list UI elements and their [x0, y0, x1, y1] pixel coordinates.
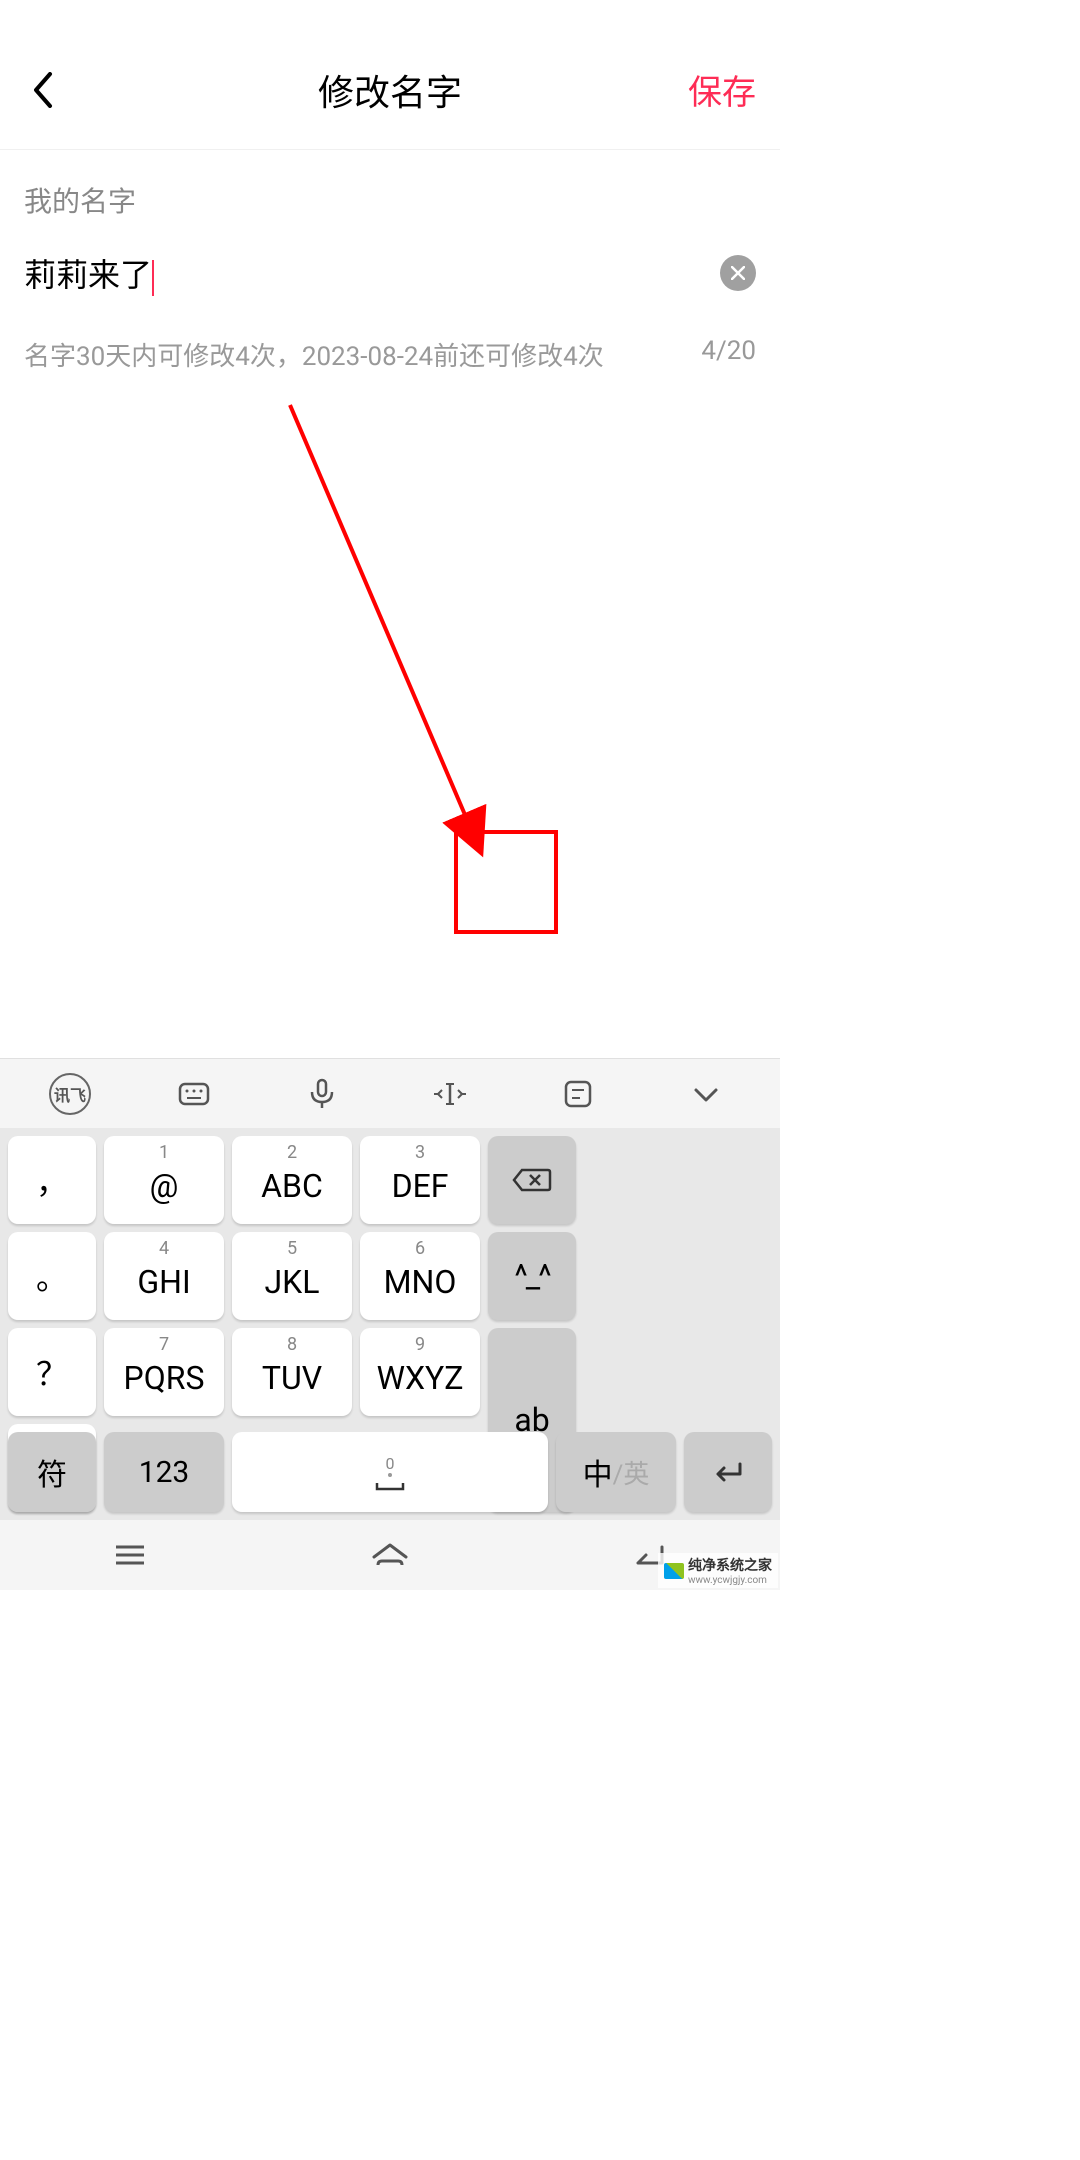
- char-counter: 4/20: [701, 336, 756, 373]
- key-lang-switch[interactable]: 中/英: [556, 1432, 676, 1512]
- save-button[interactable]: 保存: [688, 65, 756, 114]
- annotation-highlight-box: [454, 830, 558, 934]
- mic-icon[interactable]: [297, 1069, 347, 1119]
- key-5-jkl[interactable]: 5JKL: [232, 1232, 352, 1320]
- field-label: 我的名字: [24, 180, 756, 220]
- xunfei-icon[interactable]: 讯飞: [49, 1073, 91, 1115]
- key-comma[interactable]: ，: [8, 1136, 96, 1224]
- name-value: 莉莉来了: [24, 256, 152, 294]
- key-8-tuv[interactable]: 8TUV: [232, 1328, 352, 1416]
- nav-recent[interactable]: [105, 1530, 155, 1580]
- watermark-url: www.ycwjgjy.com: [688, 1575, 772, 1586]
- key-6-mno[interactable]: 6MNO: [360, 1232, 480, 1320]
- hint-text: 名字30天内可修改4次，2023-08-24前还可修改4次: [24, 336, 604, 373]
- key-9-wxyz[interactable]: 9WXYZ: [360, 1328, 480, 1416]
- watermark: 纯净系统之家 www.ycwjgjy.com: [658, 1553, 778, 1588]
- key-symbol[interactable]: 符: [8, 1432, 96, 1512]
- key-1-at[interactable]: 1@: [104, 1136, 224, 1224]
- back-button[interactable]: [24, 70, 64, 110]
- keyboard: 讯飞 ， 1@ 2ABC 3DEF 。 4GHI 5JK: [0, 1058, 780, 1590]
- key-123[interactable]: 123: [104, 1432, 224, 1512]
- clear-button[interactable]: [720, 255, 756, 291]
- key-question[interactable]: ？: [8, 1328, 96, 1416]
- watermark-logo-icon: [664, 1563, 684, 1579]
- key-backspace[interactable]: [488, 1136, 576, 1224]
- cursor-move-icon[interactable]: [425, 1069, 475, 1119]
- key-period[interactable]: 。: [8, 1232, 96, 1320]
- annotation-arrow: [280, 400, 540, 880]
- nav-home[interactable]: [365, 1530, 415, 1580]
- page-title: 修改名字: [318, 64, 462, 116]
- key-emoji[interactable]: ^_^: [488, 1232, 576, 1320]
- keyboard-icon[interactable]: [169, 1069, 219, 1119]
- key-3-def[interactable]: 3DEF: [360, 1136, 480, 1224]
- collapse-keyboard-icon[interactable]: [681, 1069, 731, 1119]
- key-7-pqrs[interactable]: 7PQRS: [104, 1328, 224, 1416]
- watermark-text: 纯净系统之家: [688, 1555, 772, 1575]
- clipboard-icon[interactable]: [553, 1069, 603, 1119]
- key-space[interactable]: 0: [232, 1432, 548, 1512]
- text-cursor: [152, 260, 154, 296]
- key-2-abc[interactable]: 2ABC: [232, 1136, 352, 1224]
- key-enter[interactable]: [684, 1432, 772, 1512]
- name-input[interactable]: 莉莉来了: [24, 250, 154, 296]
- key-4-ghi[interactable]: 4GHI: [104, 1232, 224, 1320]
